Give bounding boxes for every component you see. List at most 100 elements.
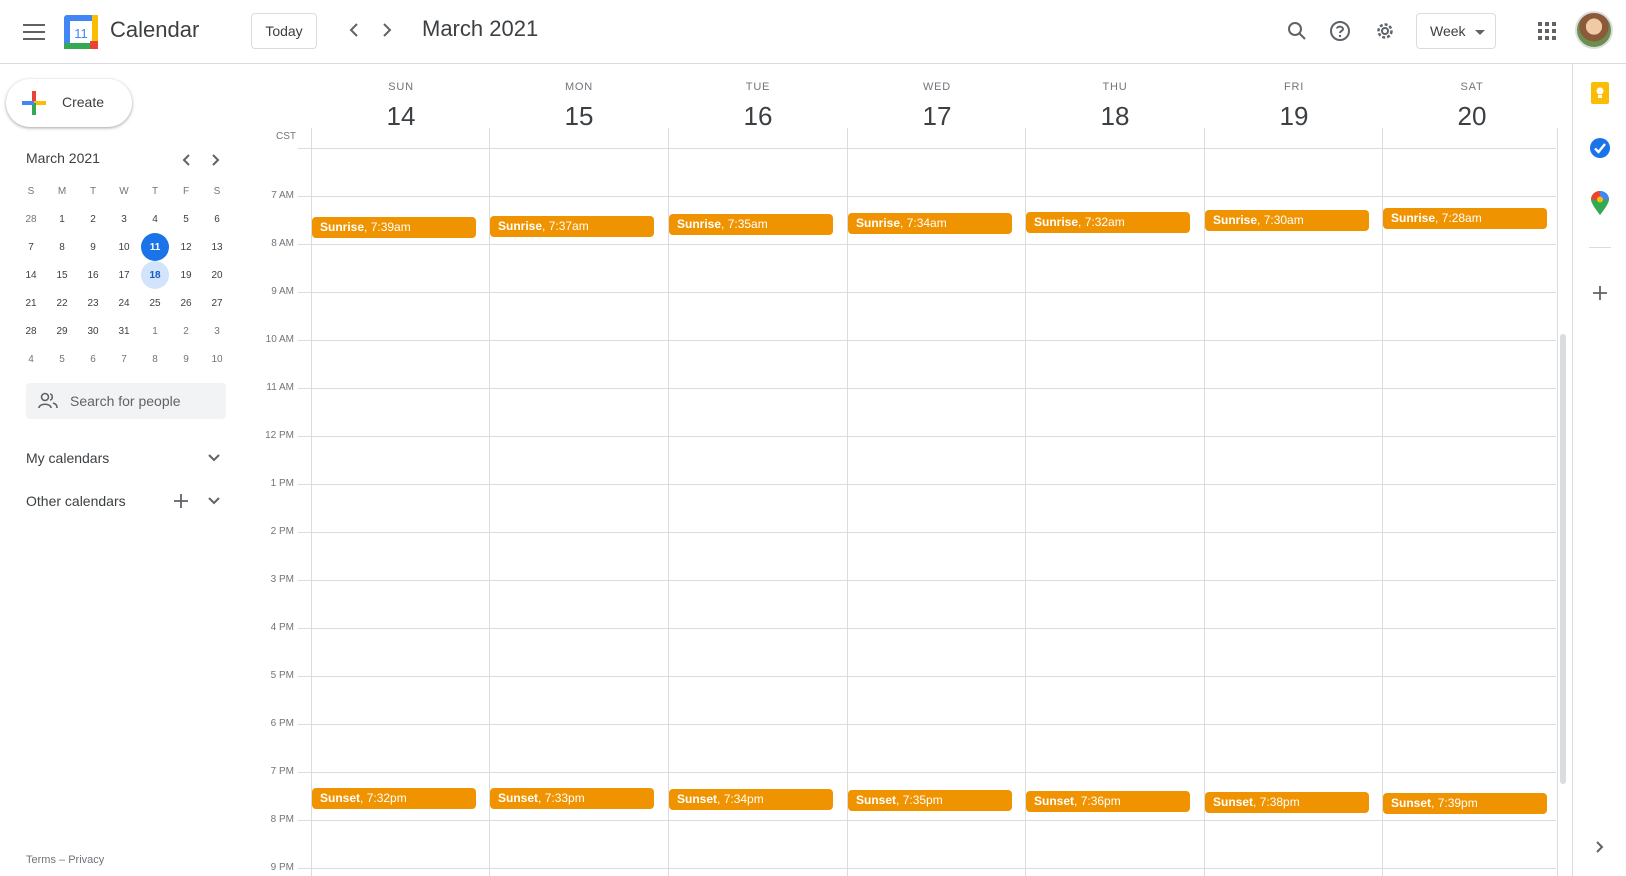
sunset-event-title: Sunset [1213,795,1254,809]
mini-calendar-day[interactable]: 9 [79,233,107,261]
mini-calendar-day[interactable]: 26 [172,289,200,317]
previous-week-icon[interactable] [338,14,370,46]
sunset-event[interactable]: Sunset, 7:36pm [1026,791,1190,812]
sunset-event[interactable]: Sunset, 7:35pm [848,790,1012,811]
sunset-event[interactable]: Sunset, 7:38pm [1205,792,1369,813]
mini-calendar-day[interactable]: 21 [17,289,45,317]
hour-gridline [298,484,1556,485]
sunrise-event[interactable]: Sunrise, 7:30am [1205,210,1369,231]
mini-calendar-day[interactable]: 3 [110,205,138,233]
mini-calendar-day[interactable]: 30 [79,317,107,345]
hamburger-menu-icon[interactable] [14,12,54,52]
mini-calendar-day[interactable]: 4 [141,205,169,233]
sunrise-event[interactable]: Sunrise, 7:28am [1383,208,1547,229]
mini-calendar-day[interactable]: 6 [203,205,231,233]
hour-gridline [298,340,1556,341]
mini-calendar-day[interactable]: 7 [110,345,138,373]
my-calendars-heading[interactable]: My calendars [26,450,109,466]
day-date-number[interactable]: 20 [1383,101,1561,132]
sunset-event-time: 7:33pm [544,791,585,805]
mini-calendar-day[interactable]: 5 [48,345,76,373]
day-date-number[interactable]: 18 [1026,101,1204,132]
calendar-logo-icon[interactable]: 11 [64,15,98,49]
mini-calendar-day[interactable]: 10 [110,233,138,261]
terms-link[interactable]: Terms [26,854,56,866]
mini-calendar-day[interactable]: 5 [172,205,200,233]
sunrise-event[interactable]: Sunrise, 7:37am [490,216,654,237]
mini-calendar-day[interactable]: 22 [48,289,76,317]
hour-label: 7 PM [270,766,294,777]
mini-calendar-day[interactable]: 3 [203,317,231,345]
day-date-number[interactable]: 15 [490,101,668,132]
mini-calendar-day[interactable]: 28 [17,317,45,345]
mini-calendar-day[interactable]: 17 [110,261,138,289]
sunrise-event[interactable]: Sunrise, 7:34am [848,213,1012,234]
day-date-number[interactable]: 14 [312,101,490,132]
day-date-number[interactable]: 16 [669,101,847,132]
mini-calendar-day[interactable]: 1 [48,205,76,233]
maps-icon[interactable] [1585,188,1615,218]
day-column-divider [847,128,848,876]
next-week-icon[interactable] [371,14,403,46]
mini-calendar-day[interactable]: 28 [17,205,45,233]
view-selector-dropdown[interactable]: Week [1416,13,1496,49]
my-calendars-expand-icon[interactable] [200,444,228,472]
mini-calendar-day[interactable]: 24 [110,289,138,317]
keep-icon[interactable] [1585,78,1615,108]
mini-calendar-day[interactable]: 16 [79,261,107,289]
mini-calendar-day[interactable]: 23 [79,289,107,317]
sunset-event[interactable]: Sunset, 7:33pm [490,788,654,809]
mini-calendar-next-icon[interactable] [202,146,230,174]
mini-calendar-day[interactable]: 1 [141,317,169,345]
mini-calendar-day[interactable]: 27 [203,289,231,317]
mini-calendar-day[interactable]: 15 [48,261,76,289]
sunrise-event[interactable]: Sunrise, 7:32am [1026,212,1190,233]
hour-label: 6 PM [270,718,294,729]
account-avatar[interactable] [1575,11,1613,49]
mini-calendar-day[interactable]: 12 [172,233,200,261]
mini-calendar-day[interactable]: 2 [79,205,107,233]
mini-calendar-day[interactable]: 31 [110,317,138,345]
sunset-event[interactable]: Sunset, 7:39pm [1383,793,1547,814]
search-icon[interactable] [1277,11,1317,51]
apps-grid-icon[interactable] [1527,11,1567,51]
mini-calendar-day[interactable]: 8 [48,233,76,261]
sunset-event[interactable]: Sunset, 7:34pm [669,789,833,810]
sunrise-event[interactable]: Sunrise, 7:39am [312,217,476,238]
mini-calendar-day[interactable]: 4 [17,345,45,373]
privacy-link[interactable]: Privacy [68,854,104,866]
tasks-icon[interactable] [1585,133,1615,163]
mini-calendar-day[interactable]: 8 [141,345,169,373]
mini-calendar-prev-icon[interactable] [172,146,200,174]
help-icon[interactable] [1320,11,1360,51]
settings-gear-icon[interactable] [1365,11,1405,51]
mini-calendar-day[interactable]: 19 [172,261,200,289]
other-calendars-heading[interactable]: Other calendars [26,493,126,509]
grid-scrollbar[interactable] [1560,334,1566,784]
day-date-number[interactable]: 19 [1205,101,1383,132]
add-addon-icon[interactable] [1585,278,1615,308]
mini-calendar-day[interactable]: 29 [48,317,76,345]
mini-calendar-day[interactable]: 9 [172,345,200,373]
other-calendars-expand-icon[interactable] [200,487,228,515]
search-people-input[interactable]: Search for people [26,383,226,419]
create-button[interactable]: Create [6,79,132,127]
mini-calendar-day[interactable]: 10 [203,345,231,373]
expand-panel-icon[interactable] [1585,832,1615,862]
mini-calendar-day[interactable]: 13 [203,233,231,261]
mini-calendar-day[interactable]: 18 [141,261,169,289]
mini-calendar-day[interactable]: 2 [172,317,200,345]
hour-gridline [298,868,1556,869]
mini-calendar-day[interactable]: 11 [141,233,169,261]
mini-calendar-day[interactable]: 20 [203,261,231,289]
add-calendar-icon[interactable] [167,487,195,515]
mini-calendar-day[interactable]: 14 [17,261,45,289]
sunset-event[interactable]: Sunset, 7:32pm [312,788,476,809]
mini-calendar-day[interactable]: 7 [17,233,45,261]
mini-calendar-day[interactable]: 6 [79,345,107,373]
mini-calendar-day[interactable]: 25 [141,289,169,317]
sunrise-event[interactable]: Sunrise, 7:35am [669,214,833,235]
today-button[interactable]: Today [251,13,317,49]
day-date-number[interactable]: 17 [848,101,1026,132]
sunrise-event-title: Sunrise [320,220,365,234]
